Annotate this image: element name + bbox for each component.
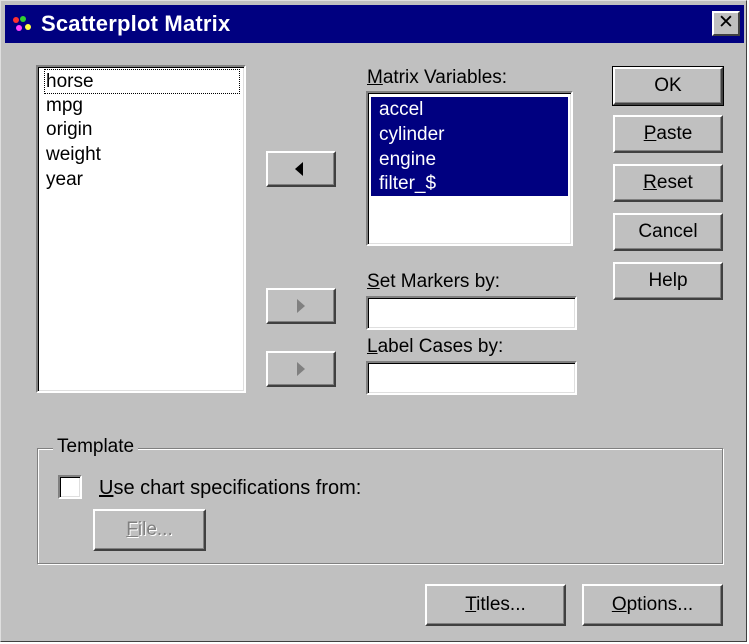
mnemonic: R	[643, 172, 657, 193]
window-title: Scatterplot Matrix	[41, 11, 231, 36]
mnemonic: L	[367, 336, 378, 357]
list-item-label: horse	[46, 71, 94, 92]
cancel-button-label: Cancel	[638, 221, 698, 242]
list-item-label: filter_$	[379, 173, 437, 194]
list-item-label: accel	[379, 99, 424, 120]
list-item[interactable]: origin	[44, 117, 94, 142]
mnemonic: M	[367, 67, 383, 88]
move-to-label-cases-button[interactable]	[266, 351, 336, 387]
label-cases-field[interactable]	[366, 361, 577, 395]
list-item-label: engine	[379, 149, 437, 170]
label-cases-label: Label Cases by:	[367, 336, 503, 358]
mnemonic: P	[643, 123, 657, 144]
list-item-label: cylinder	[379, 124, 445, 145]
matrix-variables-label: Matrix Variables:	[367, 67, 507, 89]
template-title-text: Template	[57, 436, 135, 457]
arrow-right-icon	[297, 299, 305, 313]
titles-button[interactable]: Titles...	[425, 584, 566, 626]
titles-button-label: itles...	[476, 594, 526, 615]
options-button-label: ptions...	[626, 594, 694, 615]
list-item[interactable]: year	[44, 167, 85, 192]
ok-button-label: OK	[654, 75, 682, 96]
list-item[interactable]: weight	[44, 142, 103, 167]
options-button[interactable]: Options...	[582, 584, 723, 626]
close-icon: ✕	[718, 12, 734, 33]
label-text: atrix Variables:	[382, 67, 508, 88]
arrow-right-icon	[297, 362, 305, 376]
label-text: et Markers by:	[379, 271, 501, 292]
label-text: se chart specifications from:	[113, 477, 362, 499]
list-item[interactable]: mpg	[44, 93, 85, 118]
spss-app-icon	[11, 14, 33, 34]
set-markers-field[interactable]	[366, 296, 577, 330]
scatterplot-matrix-dialog: Scatterplot Matrix ✕ horse mpg origin we…	[0, 0, 747, 642]
file-button[interactable]: File...	[93, 509, 206, 551]
mnemonic: S	[367, 271, 380, 292]
help-button[interactable]: Help	[613, 262, 723, 300]
reset-button-label: eset	[656, 172, 693, 193]
ok-button[interactable]: OK	[612, 66, 724, 106]
list-item[interactable]: engine	[371, 147, 568, 172]
close-button[interactable]: ✕	[712, 11, 740, 36]
mnemonic: U	[99, 477, 114, 499]
move-to-markers-button[interactable]	[266, 288, 336, 324]
label-text: abel Cases by:	[377, 336, 504, 357]
file-button-label: ile...	[137, 519, 173, 540]
move-left-button[interactable]	[266, 151, 336, 187]
use-chart-spec-checkbox[interactable]	[58, 475, 82, 499]
arrow-left-icon	[295, 162, 303, 176]
set-markers-label: Set Markers by:	[367, 271, 500, 293]
mnemonic: O	[611, 594, 627, 615]
list-item-label: year	[46, 169, 83, 190]
mnemonic: T	[465, 594, 477, 615]
cancel-button[interactable]: Cancel	[613, 213, 723, 251]
list-item[interactable]: accel	[371, 97, 568, 122]
help-button-label: Help	[648, 270, 688, 291]
mnemonic: F	[126, 519, 138, 540]
paste-button[interactable]: Paste	[613, 115, 723, 153]
use-chart-spec-label[interactable]: Use chart specifications from:	[99, 477, 361, 500]
list-item-label: weight	[46, 144, 101, 165]
list-item[interactable]: cylinder	[371, 122, 568, 147]
source-variable-list[interactable]: horse mpg origin weight year	[36, 65, 246, 393]
reset-button[interactable]: Reset	[613, 164, 723, 202]
list-item-label: mpg	[46, 95, 83, 116]
paste-button-label: aste	[656, 123, 693, 144]
list-item-label: origin	[46, 119, 93, 140]
matrix-variables-list[interactable]: accel cylinder engine filter_$	[366, 91, 573, 246]
list-item[interactable]: horse	[44, 69, 240, 94]
title-bar[interactable]: Scatterplot Matrix ✕	[5, 5, 744, 43]
list-item[interactable]: filter_$	[371, 171, 568, 196]
template-group-title: Template	[53, 436, 139, 458]
